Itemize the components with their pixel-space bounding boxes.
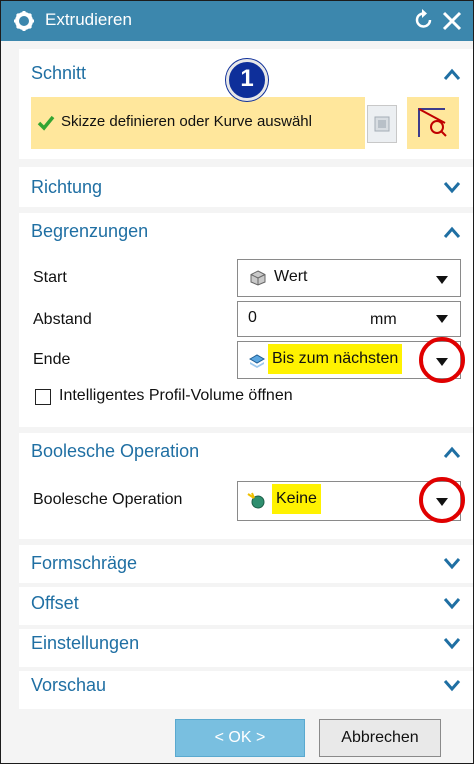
checkmark-icon bbox=[37, 115, 55, 131]
dropdown-arrow-icon[interactable] bbox=[436, 315, 448, 323]
chevron-down-icon[interactable] bbox=[443, 557, 461, 571]
intelligent-profile-label: Intelligentes Profil-Volume öffnen bbox=[59, 387, 293, 404]
section-title-schnitt[interactable]: Schnitt bbox=[31, 63, 86, 84]
curve-select-button[interactable] bbox=[407, 97, 459, 149]
step-marker: 1 bbox=[226, 59, 268, 101]
gear-icon[interactable] bbox=[13, 10, 35, 32]
dropdown-arrow-icon bbox=[436, 276, 448, 284]
section-title-offset[interactable]: Offset bbox=[31, 593, 79, 614]
annotation-circle-ende bbox=[419, 337, 465, 383]
section-richtung: Richtung bbox=[19, 167, 473, 207]
section-title-boolesche[interactable]: Boolesche Operation bbox=[31, 441, 199, 462]
reset-icon[interactable] bbox=[413, 8, 435, 32]
section-selection-row[interactable]: Skizze definieren oder Kurve auswähl bbox=[31, 97, 365, 149]
until-next-icon bbox=[248, 354, 266, 368]
section-title-formschraege[interactable]: Formschräge bbox=[31, 553, 137, 574]
section-vorschau: Vorschau bbox=[19, 671, 473, 709]
chevron-up-icon[interactable] bbox=[443, 67, 461, 81]
start-value: Wert bbox=[274, 268, 308, 285]
abstand-label: Abstand bbox=[33, 311, 92, 328]
section-title-vorschau[interactable]: Vorschau bbox=[31, 675, 106, 696]
boolesche-label: Boolesche Operation bbox=[33, 491, 183, 508]
intelligent-profile-checkbox[interactable] bbox=[35, 389, 51, 405]
start-label: Start bbox=[33, 269, 67, 286]
sketch-button[interactable] bbox=[367, 105, 397, 143]
window-title: Extrudieren bbox=[45, 10, 132, 29]
selection-prompt: Skizze definieren oder Kurve auswähl bbox=[61, 113, 312, 130]
chevron-up-icon[interactable] bbox=[443, 445, 461, 459]
curve-icon bbox=[418, 108, 447, 137]
abstand-field[interactable]: 0 mm bbox=[237, 301, 461, 337]
chevron-down-icon[interactable] bbox=[443, 597, 461, 611]
annotation-circle-boolesche bbox=[419, 477, 465, 523]
ok-button[interactable]: < OK > bbox=[175, 719, 305, 757]
close-icon[interactable] bbox=[441, 8, 463, 32]
chevron-down-icon[interactable] bbox=[443, 637, 461, 651]
start-dropdown[interactable]: Wert bbox=[237, 259, 461, 297]
section-einstellungen: Einstellungen bbox=[19, 629, 473, 667]
section-formschraege: Formschräge bbox=[19, 545, 473, 583]
chevron-up-icon[interactable] bbox=[443, 225, 461, 239]
boolesche-value: Keine bbox=[272, 484, 321, 514]
sketch-icon bbox=[374, 116, 390, 132]
section-title-richtung[interactable]: Richtung bbox=[31, 177, 102, 198]
value-cube-icon bbox=[250, 270, 266, 286]
ende-value: Bis zum nächsten bbox=[268, 344, 403, 374]
title-bar: Extrudieren bbox=[1, 1, 473, 41]
section-boolesche: Boolesche Operation Boolesche Operation … bbox=[19, 433, 473, 539]
abstand-value[interactable]: 0 bbox=[248, 309, 257, 327]
chevron-down-icon[interactable] bbox=[443, 679, 461, 693]
section-title-einstellungen[interactable]: Einstellungen bbox=[31, 633, 139, 654]
section-offset: Offset bbox=[19, 587, 473, 625]
chevron-down-icon[interactable] bbox=[443, 181, 461, 195]
abstand-unit[interactable]: mm bbox=[370, 311, 397, 329]
ende-label: Ende bbox=[33, 351, 71, 368]
step-marker-number: 1 bbox=[240, 65, 254, 92]
section-title-begrenzungen[interactable]: Begrenzungen bbox=[31, 221, 148, 242]
cancel-button[interactable]: Abbrechen bbox=[319, 719, 441, 757]
extrude-dialog: Extrudieren Schnitt Skizze definieren od… bbox=[0, 0, 474, 764]
section-begrenzungen: Begrenzungen Start Wert Abstand 0 mm End… bbox=[19, 213, 473, 427]
boolean-none-icon bbox=[247, 492, 265, 509]
dialog-gutter bbox=[1, 41, 19, 763]
